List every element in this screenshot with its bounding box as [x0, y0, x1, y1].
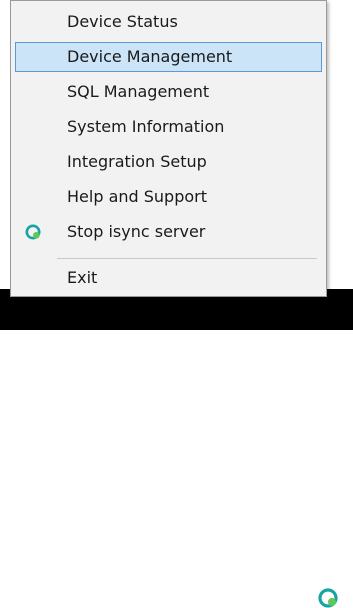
menu-item-label: System Information — [67, 117, 225, 136]
menu-item-label: Help and Support — [67, 187, 207, 206]
menu-item-help-and-support[interactable]: Help and Support — [15, 182, 322, 212]
isync-tray-icon[interactable] — [318, 588, 338, 608]
menu-item-stop-isync-server[interactable]: Stop isync server — [15, 217, 322, 247]
menu-item-device-status[interactable]: Device Status — [15, 7, 322, 37]
isync-server-icon — [25, 224, 41, 240]
menu-item-exit[interactable]: Exit — [15, 263, 322, 293]
menu-item-integration-setup[interactable]: Integration Setup — [15, 147, 322, 177]
chevron-up-icon[interactable] — [292, 591, 310, 605]
menu-item-label: Exit — [67, 268, 98, 287]
menu-item-label: Device Management — [67, 47, 233, 66]
tray-context-menu: Device Status Device Management SQL Mana… — [10, 0, 327, 297]
menu-item-label: SQL Management — [67, 82, 210, 101]
menu-item-system-information[interactable]: System Information — [15, 112, 322, 142]
menu-separator — [57, 258, 317, 259]
menu-item-label: Integration Setup — [67, 152, 207, 171]
menu-item-label: Device Status — [67, 12, 178, 31]
menu-item-device-management[interactable]: Device Management — [15, 42, 322, 72]
menu-item-sql-management[interactable]: SQL Management — [15, 77, 322, 107]
menu-item-label: Stop isync server — [67, 222, 206, 241]
